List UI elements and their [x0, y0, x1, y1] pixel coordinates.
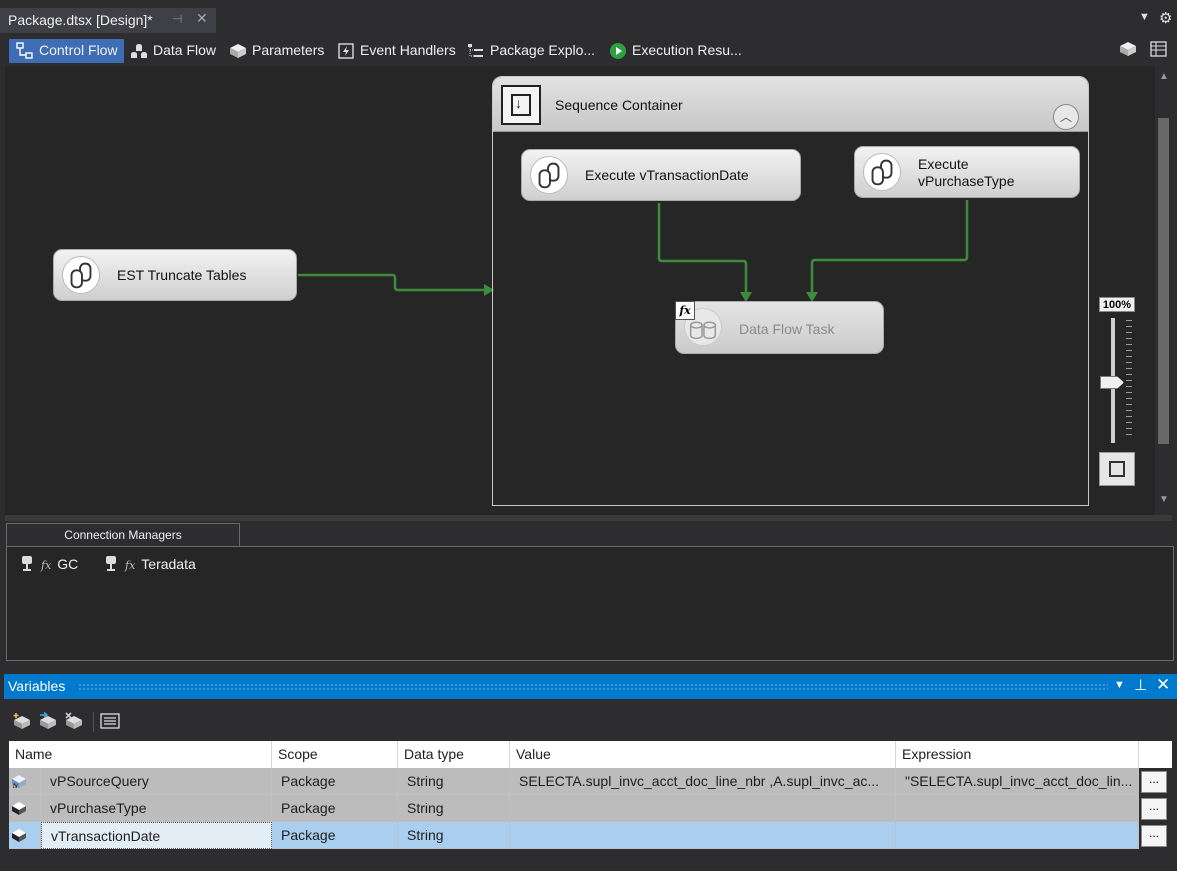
connection-gc[interactable]: fx GC	[21, 556, 78, 572]
delete-variable-icon[interactable]	[64, 712, 84, 730]
variable-scope[interactable]: Package	[272, 822, 398, 849]
toolbar-separator	[93, 712, 94, 732]
pin-icon[interactable]: ⊥	[1134, 676, 1147, 694]
expression-icon: fx	[41, 559, 52, 572]
variable-icon	[9, 822, 41, 849]
variable-value[interactable]	[510, 795, 896, 822]
variables-grid[interactable]: Name Scope Data type Value Expression fx…	[9, 741, 1172, 871]
sequence-container[interactable]: ↓ Sequence Container ︿	[492, 76, 1089, 506]
expression-variable-icon: fx	[9, 768, 41, 795]
expression-badge-icon: fx	[675, 301, 695, 320]
expression-builder-button[interactable]: ...	[1141, 798, 1167, 820]
task-est-truncate-tables[interactable]: EST Truncate Tables	[53, 249, 297, 301]
variable-data-type[interactable]: String	[398, 768, 510, 795]
task-label: Data Flow Task	[739, 321, 835, 337]
expression-builder-button[interactable]: ...	[1141, 825, 1167, 847]
variable-data-type[interactable]: String	[398, 822, 510, 849]
variable-name[interactable]: vTransactionDate	[41, 822, 272, 849]
variable-expression[interactable]	[896, 822, 1139, 849]
grip	[78, 683, 1108, 690]
variables-window-header[interactable]: Variables ▼ ⊥ ✕	[4, 674, 1177, 699]
variable-name[interactable]: vPSourceQuery	[41, 768, 272, 795]
variable-scope[interactable]: Package	[272, 795, 398, 822]
connection-managers-panel[interactable]: fx GC fx Teradata	[6, 546, 1174, 661]
add-variable-icon[interactable]	[12, 712, 32, 730]
column-header-value[interactable]: Value	[510, 741, 896, 768]
variable-expression[interactable]	[896, 795, 1139, 822]
variable-scope[interactable]: Package	[272, 768, 398, 795]
task-label: EST Truncate Tables	[117, 267, 247, 283]
connection-managers-tab[interactable]: Connection Managers	[6, 523, 240, 546]
task-label: Execute vPurchaseType	[918, 156, 1015, 189]
variable-value[interactable]	[510, 822, 896, 849]
column-header-expression[interactable]: Expression	[896, 741, 1139, 768]
column-header-name[interactable]: Name	[9, 741, 272, 768]
zoom-level: 100%	[1099, 297, 1135, 312]
expression-icon: fx	[125, 559, 136, 572]
expression-builder-button[interactable]: ...	[1141, 771, 1167, 793]
variable-value[interactable]: SELECTA.supl_invc_acct_doc_line_nbr ,A.s…	[510, 768, 896, 795]
table-row-selected[interactable]: vTransactionDate Package String ...	[9, 822, 1172, 849]
variables-window-title: Variables	[8, 678, 66, 694]
variable-name[interactable]: vPurchaseType	[41, 795, 272, 822]
task-label: Execute vTransactionDate	[585, 167, 749, 183]
column-header-scope[interactable]: Scope	[272, 741, 398, 768]
close-icon[interactable]: ✕	[1156, 675, 1170, 695]
grid-header: Name Scope Data type Value Expression	[9, 741, 1172, 768]
table-row[interactable]: fx vPSourceQuery Package String SELECTA.…	[9, 768, 1172, 795]
variable-icon	[9, 795, 41, 822]
execute-sql-task-icon	[530, 156, 568, 194]
connection-teradata[interactable]: fx Teradata	[105, 556, 196, 572]
column-header-blank	[1139, 741, 1172, 768]
sequence-container-header[interactable]: ↓ Sequence Container ︿	[493, 77, 1088, 132]
grid-options-icon[interactable]	[100, 712, 120, 730]
sequence-container-icon: ↓	[501, 85, 541, 125]
table-row[interactable]: vPurchaseType Package String ...	[9, 795, 1172, 822]
column-header-data-type[interactable]: Data type	[398, 741, 510, 768]
sequence-container-title: Sequence Container	[555, 97, 683, 113]
connection-plug-icon	[22, 556, 32, 571]
move-variable-icon[interactable]	[38, 712, 58, 730]
zoom-to-fit-button[interactable]	[1099, 452, 1135, 486]
collapse-icon[interactable]: ︿	[1053, 104, 1079, 130]
execute-sql-task-icon	[863, 153, 901, 191]
variable-expression[interactable]: "SELECTA.supl_invc_acct_doc_lin...	[896, 768, 1139, 795]
task-execute-vtransactiondate[interactable]: Execute vTransactionDate	[521, 149, 801, 201]
variable-data-type[interactable]: String	[398, 795, 510, 822]
connection-name: Teradata	[141, 556, 196, 572]
zoom-ticks	[1126, 320, 1132, 440]
execute-sql-task-icon	[62, 256, 100, 294]
task-execute-vpurchasetype[interactable]: Execute vPurchaseType	[854, 146, 1080, 198]
task-data-flow-task[interactable]: fx Data Flow Task	[675, 301, 884, 354]
window-dropdown-icon[interactable]: ▼	[1114, 679, 1125, 691]
connection-plug-icon	[106, 556, 116, 571]
connection-name: GC	[57, 556, 79, 572]
